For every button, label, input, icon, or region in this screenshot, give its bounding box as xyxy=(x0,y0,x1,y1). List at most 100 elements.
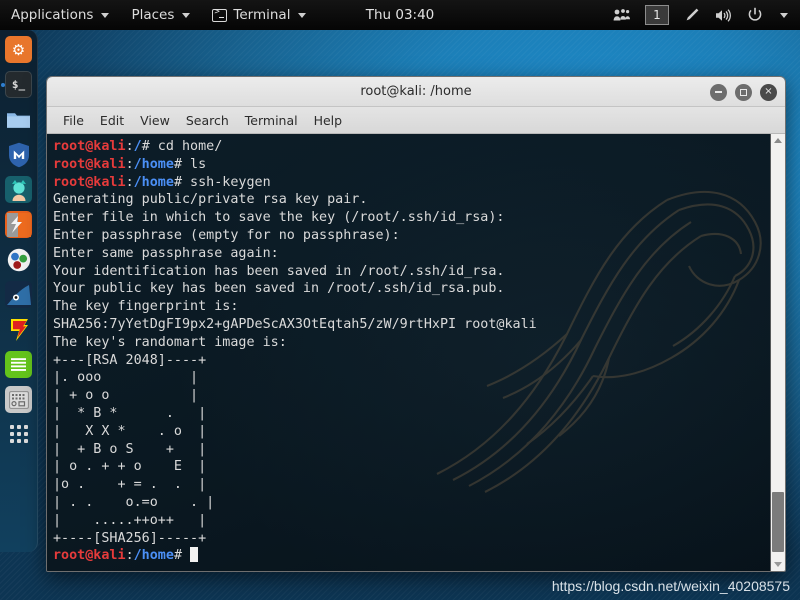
menu-help[interactable]: Help xyxy=(306,110,351,131)
grid-dot xyxy=(23,439,28,443)
folder-icon xyxy=(7,113,30,128)
dock-item-text-editor[interactable] xyxy=(5,351,32,378)
menu-search[interactable]: Search xyxy=(178,110,237,131)
terminal-output-line: |o . + = . . | xyxy=(53,476,770,494)
menu-terminal-window[interactable]: Terminal xyxy=(201,0,317,30)
terminal-output-text: The key fingerprint is: xyxy=(53,299,239,315)
terminal-body[interactable]: root@kali:/# cd home/root@kali:/home# ls… xyxy=(47,134,785,571)
users-icon[interactable] xyxy=(607,0,636,30)
terminal-output-line: | * B * . | xyxy=(53,405,770,423)
prompt-sigil: # xyxy=(141,139,150,154)
menu-edit[interactable]: Edit xyxy=(92,110,132,131)
dock-item-files[interactable] xyxy=(5,106,32,133)
chevron-down-icon xyxy=(780,12,788,18)
window-controls: × xyxy=(710,77,777,107)
prompt-separator: : xyxy=(125,548,134,564)
close-icon: × xyxy=(764,86,773,97)
menu-file[interactable]: File xyxy=(55,110,92,131)
grid-dot xyxy=(16,439,21,443)
menu-applications[interactable]: Applications xyxy=(0,0,120,30)
terminal-output-line: Your public key has been saved in /root/… xyxy=(53,280,770,298)
terminal-output-line: SHA256:7yYetDgFI9px2+gAPDeScAX3OtEqtah5/… xyxy=(53,316,770,334)
lines-icon xyxy=(11,358,26,371)
dock-item-calculator[interactable] xyxy=(5,386,32,413)
terminal-output-line: Enter file in which to save the key (/ro… xyxy=(53,209,770,227)
minimize-button[interactable] xyxy=(710,83,727,101)
terminal-output-text: | .....++o++ | xyxy=(53,512,207,528)
dock-item-beef[interactable] xyxy=(5,246,32,273)
menu-terminal[interactable]: Terminal xyxy=(237,110,306,131)
dock-item-armitage[interactable] xyxy=(5,176,32,203)
scrollbar-thumb[interactable] xyxy=(772,492,784,552)
running-indicator xyxy=(1,82,5,87)
dock-item-firefox[interactable]: ⚙ xyxy=(5,36,32,63)
scroll-up-button[interactable] xyxy=(774,134,782,147)
burp-icon xyxy=(6,212,31,237)
terminal-icon xyxy=(212,7,228,22)
pen-icon[interactable] xyxy=(678,0,706,30)
window-title: root@kali: /home xyxy=(360,84,472,99)
terminal-output-text: Your identification has been saved in /r… xyxy=(53,263,505,279)
power-icon[interactable] xyxy=(741,0,769,30)
dock-item-wireshark[interactable] xyxy=(5,281,32,308)
menu-view[interactable]: View xyxy=(132,110,178,131)
terminal-active-prompt-line: root@kali:/home# xyxy=(53,547,770,565)
terminal-command: ssh-keygen xyxy=(182,174,271,190)
terminal-label: Terminal xyxy=(233,7,291,23)
terminal-output[interactable]: root@kali:/# cd home/root@kali:/home# ls… xyxy=(47,134,770,571)
grid-dot xyxy=(16,425,21,429)
chevron-up-icon xyxy=(774,138,782,143)
terminal-output-line: | o . + + o E | xyxy=(53,458,770,476)
dock-item-faraday[interactable] xyxy=(5,316,32,343)
grid-dot xyxy=(9,425,14,429)
grid-dot xyxy=(9,432,14,436)
grid-dot xyxy=(16,432,21,436)
terminal-output-text: | . . o.=o . | xyxy=(53,494,215,510)
terminal-output-text: | X X * . o | xyxy=(53,423,207,439)
terminal-output-text: The key's randomart image is: xyxy=(53,334,287,350)
calculator-icon xyxy=(8,390,29,409)
show-applications-button[interactable] xyxy=(9,425,28,443)
terminal-output-line: Enter passphrase (empty for no passphras… xyxy=(53,227,770,245)
terminal-command: cd home/ xyxy=(149,139,223,154)
workspace-number: 1 xyxy=(645,5,669,25)
terminal-command: ls xyxy=(182,156,207,172)
volume-icon[interactable] xyxy=(709,0,738,30)
dock-item-terminal[interactable]: $_ xyxy=(1,71,32,98)
terminal-output-text: |o . + = . . | xyxy=(53,477,207,493)
prompt-path: /home xyxy=(133,174,174,190)
scroll-down-button[interactable] xyxy=(774,558,782,571)
top-panel: Applications Places Terminal Thu 03:40 xyxy=(0,0,800,30)
terminal-output-text: | + o o | xyxy=(53,388,199,404)
terminal-output-text: Generating public/private rsa key pair. xyxy=(53,192,368,208)
prompt-path: /home xyxy=(133,156,174,172)
grid-dot xyxy=(9,439,14,443)
close-button[interactable]: × xyxy=(760,83,777,101)
prompt-user-host: root@kali xyxy=(53,548,126,564)
chevron-down-icon xyxy=(182,12,191,18)
menu-places[interactable]: Places xyxy=(120,0,201,30)
window-titlebar[interactable]: root@kali: /home × xyxy=(47,77,785,107)
terminal-output-text: Enter file in which to save the key (/ro… xyxy=(53,210,513,226)
scrollbar-track[interactable] xyxy=(771,147,785,558)
chevron-down-icon xyxy=(298,12,307,18)
terminal-output-line: Generating public/private rsa key pair. xyxy=(53,191,770,209)
terminal-output-line: | + o o | xyxy=(53,387,770,405)
terminal-output-text: +----[SHA256]-----+ xyxy=(53,530,207,546)
terminal-output-line: | . . o.=o . | xyxy=(53,494,770,512)
dock-item-metasploit[interactable] xyxy=(5,141,32,168)
maximize-button[interactable] xyxy=(735,83,752,101)
prompt-sigil: # xyxy=(173,156,182,172)
terminal-output-line: Enter same passphrase again: xyxy=(53,245,770,263)
system-menu-chevron[interactable] xyxy=(772,0,794,30)
terminal-output-line: Your identification has been saved in /r… xyxy=(53,263,770,281)
terminal-scrollbar[interactable] xyxy=(770,134,785,571)
dock-item-burpsuite[interactable] xyxy=(5,211,32,238)
terminal-icon: $_ xyxy=(11,78,26,91)
prompt-sigil: # xyxy=(173,174,182,190)
workspace-switcher[interactable]: 1 xyxy=(639,0,675,30)
prompt-user-host: root@kali xyxy=(53,156,126,172)
faraday-icon xyxy=(10,318,28,341)
terminal-output-text: |. ooo | xyxy=(53,370,199,386)
terminal-output-line: +----[SHA256]-----+ xyxy=(53,530,770,548)
